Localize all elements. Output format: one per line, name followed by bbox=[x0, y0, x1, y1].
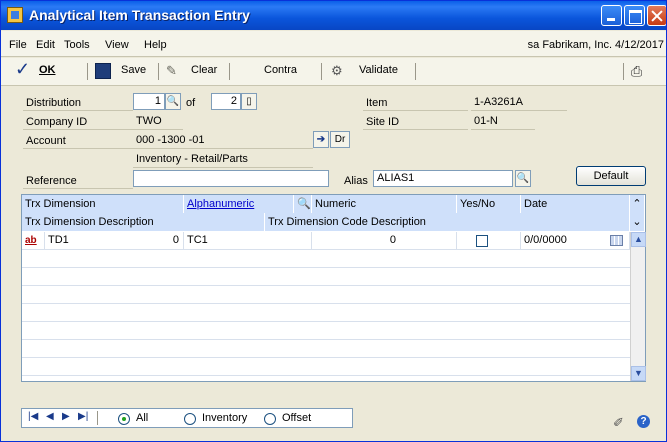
previous-record-icon[interactable]: ◀ bbox=[46, 411, 54, 422]
cell-date[interactable]: 0/0/0000 bbox=[521, 232, 630, 250]
radio-inventory-label: Inventory bbox=[202, 412, 248, 424]
window: Analytical Item Transaction Entry File E… bbox=[0, 0, 667, 442]
site-id-label: Site ID bbox=[363, 114, 468, 130]
maximize-button[interactable] bbox=[624, 5, 645, 26]
scroll-up-icon[interactable]: ▲ bbox=[631, 232, 646, 247]
company-id-label: Company ID bbox=[23, 114, 133, 130]
table-row[interactable] bbox=[22, 358, 630, 376]
checkmark-icon: ✓ bbox=[15, 59, 31, 79]
next-record-icon[interactable]: ▶ bbox=[62, 411, 70, 422]
site-id-value: 01-N bbox=[471, 113, 535, 130]
distribution-field[interactable]: 1 bbox=[133, 93, 165, 110]
col-trx-dim-desc: Trx Dimension Description bbox=[22, 213, 265, 231]
expand-icon[interactable]: ⌄ bbox=[630, 213, 645, 231]
radio-all-label: All bbox=[136, 412, 149, 424]
text-type-icon: ab bbox=[22, 232, 45, 250]
save-button[interactable]: Save bbox=[121, 64, 146, 76]
account-label: Account bbox=[23, 133, 133, 149]
of-field: 2 bbox=[211, 93, 241, 110]
menu-tools[interactable]: Tools bbox=[64, 39, 90, 51]
status-bar: |◀ ◀ ▶ ▶| All Inventory Offset ✐ ? bbox=[1, 401, 666, 441]
vertical-scrollbar[interactable]: ▲ ▼ bbox=[630, 232, 646, 381]
cell-numeric[interactable]: 0 bbox=[312, 232, 457, 250]
scroll-down-icon[interactable]: ▼ bbox=[631, 366, 646, 381]
radio-inventory[interactable] bbox=[184, 413, 196, 425]
user-info: sa Fabrikam, Inc. 4/12/2017 bbox=[527, 39, 664, 51]
window-title: Analytical Item Transaction Entry bbox=[29, 7, 250, 23]
menu-edit[interactable]: Edit bbox=[36, 39, 55, 51]
help-icon[interactable]: ? bbox=[637, 415, 650, 428]
table-row[interactable] bbox=[22, 250, 630, 268]
item-value: 1-A3261A bbox=[471, 94, 567, 111]
radio-all[interactable] bbox=[118, 413, 130, 425]
col-date[interactable]: Date bbox=[521, 195, 630, 213]
contra-button[interactable]: Contra bbox=[264, 64, 297, 76]
title-bar: Analytical Item Transaction Entry bbox=[1, 1, 666, 30]
default-button[interactable]: Default bbox=[576, 166, 646, 186]
first-record-icon[interactable]: |◀ bbox=[28, 411, 38, 422]
account-value: 000 -1300 -01 bbox=[133, 132, 313, 149]
validate-button[interactable]: Validate bbox=[359, 64, 398, 76]
cell-dimension[interactable]: TD1 0 bbox=[45, 232, 184, 250]
alias-label: Alias bbox=[344, 175, 368, 187]
cell-yes-no[interactable] bbox=[457, 232, 521, 250]
alias-lookup-icon[interactable]: 🔍 bbox=[515, 170, 531, 187]
eraser-icon: ✎ bbox=[166, 63, 177, 78]
table-row[interactable] bbox=[22, 286, 630, 304]
menu-file[interactable]: File bbox=[9, 39, 27, 51]
col-yes-no[interactable]: Yes/No bbox=[457, 195, 521, 213]
menu-bar: File Edit Tools View Help sa Fabrikam, I… bbox=[1, 31, 666, 57]
alias-field[interactable]: ALIAS1 bbox=[373, 170, 513, 187]
app-icon bbox=[7, 7, 23, 23]
table-row[interactable] bbox=[22, 304, 630, 322]
table-row[interactable] bbox=[22, 268, 630, 286]
col-numeric[interactable]: Numeric bbox=[312, 195, 457, 213]
record-navigator: |◀ ◀ ▶ ▶| All Inventory Offset bbox=[21, 408, 353, 428]
radio-offset-label: Offset bbox=[282, 412, 312, 424]
table-row[interactable] bbox=[22, 340, 630, 358]
account-description: Inventory - Retail/Parts bbox=[133, 151, 313, 168]
dimension-value: TD1 bbox=[48, 234, 69, 246]
reference-label: Reference bbox=[23, 173, 133, 189]
calendar-icon[interactable] bbox=[610, 235, 623, 246]
company-id-value: TWO bbox=[133, 113, 183, 130]
clear-button[interactable]: Clear bbox=[191, 64, 217, 76]
ok-button[interactable]: OK bbox=[39, 64, 56, 76]
document-icon[interactable]: ▯ bbox=[241, 93, 257, 110]
menu-help[interactable]: Help bbox=[144, 39, 167, 51]
table-row[interactable]: ab TD1 0 TC1 0 0/0/0000 bbox=[22, 232, 630, 250]
menu-view[interactable]: View bbox=[105, 39, 129, 51]
yes-no-checkbox[interactable] bbox=[476, 235, 488, 247]
item-label: Item bbox=[363, 95, 468, 111]
grid: Trx Dimension Alphanumeric 🔍 Numeric Yes… bbox=[21, 194, 646, 382]
dr-indicator: Dr bbox=[330, 131, 350, 148]
last-record-icon[interactable]: ▶| bbox=[78, 411, 88, 422]
col-trx-dimension[interactable]: Trx Dimension bbox=[22, 195, 184, 213]
dimension-value-num: 0 bbox=[172, 234, 179, 246]
save-icon bbox=[95, 63, 111, 79]
distribution-label: Distribution bbox=[23, 95, 133, 111]
cell-alphanumeric[interactable]: TC1 bbox=[184, 232, 312, 250]
close-button[interactable] bbox=[647, 5, 666, 26]
col-alphanumeric[interactable]: Alphanumeric bbox=[184, 195, 294, 213]
date-value: 0/0/0000 bbox=[524, 234, 567, 246]
table-row[interactable] bbox=[22, 322, 630, 340]
lookup-icon[interactable]: 🔍 bbox=[165, 93, 181, 110]
col-trx-dim-code-desc: Trx Dimension Code Description bbox=[265, 213, 630, 231]
minimize-button[interactable] bbox=[601, 5, 622, 26]
search-icon[interactable]: 🔍 bbox=[294, 195, 312, 213]
radio-offset[interactable] bbox=[264, 413, 276, 425]
reference-field[interactable] bbox=[133, 170, 329, 187]
note-icon[interactable]: ✐ bbox=[613, 415, 624, 431]
gears-icon: ⚙ bbox=[331, 63, 343, 78]
print-icon[interactable]: ⎙ bbox=[631, 63, 647, 79]
collapse-icon[interactable]: ⌃ bbox=[630, 195, 645, 213]
toolbar: ✓ OK Save ✎ Clear Contra ⚙ Validate ⎙ bbox=[1, 58, 666, 86]
arrow-right-icon[interactable]: ➔ bbox=[313, 131, 329, 148]
